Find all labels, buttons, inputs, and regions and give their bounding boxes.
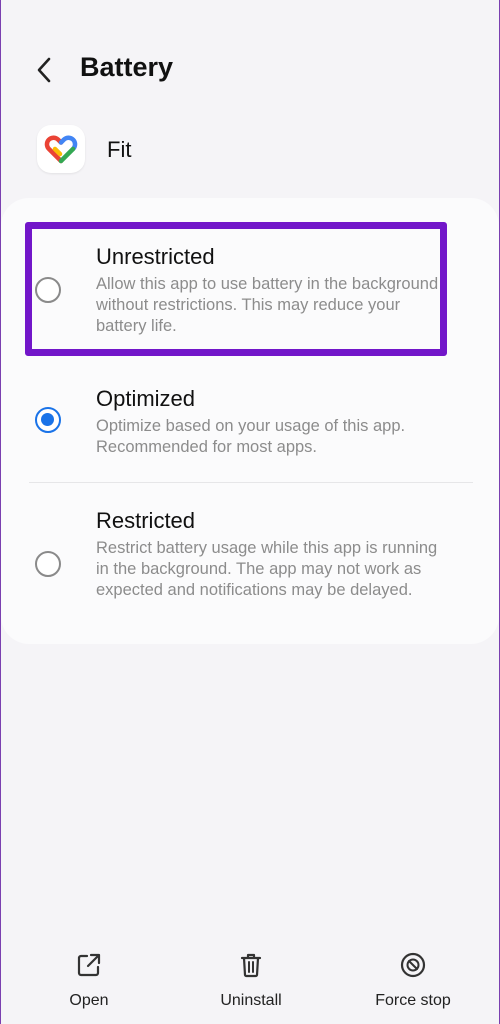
option-optimized[interactable]: Optimized Optimize based on your usage o… <box>1 378 499 478</box>
bottom-action-bar: Open Uninstall Force stop <box>1 940 500 1024</box>
radio-unrestricted[interactable] <box>35 277 61 303</box>
battery-options-card: Unrestricted Allow this app to use batte… <box>1 198 499 644</box>
option-description: Restrict battery usage while this app is… <box>96 539 438 599</box>
google-fit-heart-icon <box>37 125 85 173</box>
divider <box>29 482 473 483</box>
option-title: Optimized <box>96 386 196 411</box>
uninstall-label: Uninstall <box>220 992 282 1009</box>
force-stop-button[interactable]: Force stop <box>348 940 478 1020</box>
app-info-row: Fit <box>37 125 437 175</box>
option-title: Unrestricted <box>96 244 215 269</box>
open-label: Open <box>69 992 109 1009</box>
option-description: Allow this app to use battery in the bac… <box>96 275 439 335</box>
option-title: Restricted <box>96 508 196 533</box>
uninstall-button[interactable]: Uninstall <box>186 940 316 1020</box>
header-bar: Battery <box>1 40 499 100</box>
stop-circle-icon <box>398 950 428 980</box>
option-unrestricted[interactable]: Unrestricted Allow this app to use batte… <box>1 224 499 364</box>
app-name: Fit <box>107 137 132 162</box>
radio-optimized[interactable] <box>35 407 61 433</box>
back-arrow-icon <box>37 57 51 83</box>
force-stop-label: Force stop <box>375 992 451 1009</box>
option-restricted[interactable]: Restricted Restrict battery usage while … <box>1 500 499 630</box>
page-title: Battery <box>80 52 174 82</box>
open-external-icon <box>74 950 104 980</box>
radio-restricted[interactable] <box>35 551 61 577</box>
open-button[interactable]: Open <box>24 940 154 1020</box>
trash-icon <box>236 950 266 980</box>
option-description: Optimize based on your usage of this app… <box>96 417 406 456</box>
back-button[interactable] <box>23 48 67 92</box>
